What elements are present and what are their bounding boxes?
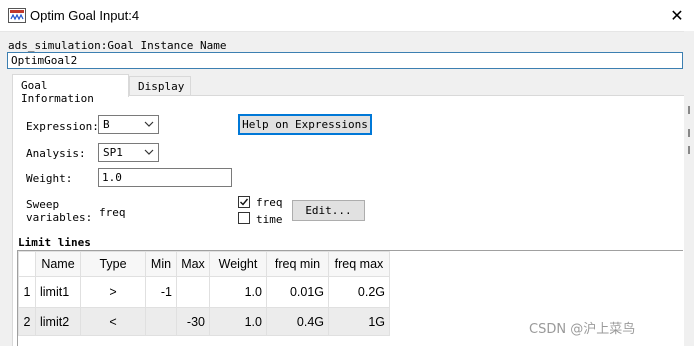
cell-max[interactable] [176,276,210,308]
freq-checkbox[interactable] [238,196,250,208]
sweep-variables-value: freq [99,206,126,219]
help-on-expressions-button[interactable]: Help on Expressions [238,114,372,135]
analysis-label: Analysis: [26,147,86,160]
column-header-min[interactable]: Min [145,251,177,277]
cell-weight[interactable]: 1.0 [209,276,267,308]
time-checkbox[interactable] [238,212,250,224]
limit-lines-table: Name Type Min Max Weight freq min freq m… [18,251,390,336]
expression-value: B [103,118,110,131]
expression-select[interactable]: B [98,115,159,134]
time-checkbox-label: time [256,213,283,226]
table-row[interactable]: 1 limit1 > -1 1.0 0.01G 0.2G [18,276,390,308]
freq-checkbox-label: freq [256,196,283,209]
column-header-freq-min[interactable]: freq min [266,251,329,277]
column-header-type[interactable]: Type [80,251,146,277]
weight-input[interactable]: 1.0 [98,168,232,187]
cell-freq-min[interactable]: 0.4G [266,307,329,336]
expression-label: Expression: [26,120,99,133]
right-edge [684,31,694,346]
limit-lines-title: Limit lines [18,236,91,249]
chevron-down-icon [144,121,154,127]
tab-display[interactable]: Display [129,76,191,96]
edit-button[interactable]: Edit... [292,200,365,221]
column-header-freq-max[interactable]: freq max [328,251,390,277]
weight-label: Weight: [26,172,73,185]
chevron-down-icon [144,149,154,155]
column-header-weight[interactable]: Weight [209,251,267,277]
sweep-label-line1: Sweep [26,198,60,211]
close-button[interactable]: ✕ [660,0,694,31]
cell-name[interactable]: limit2 [35,307,81,336]
cell-max[interactable]: -30 [176,307,210,336]
row-number: 2 [18,307,36,336]
column-header-name[interactable]: Name [35,251,81,277]
cell-freq-min[interactable]: 0.01G [266,276,329,308]
cell-freq-max[interactable]: 0.2G [328,276,390,308]
cell-name[interactable]: limit1 [35,276,81,308]
edge-mark [688,146,690,154]
cell-type[interactable]: > [80,276,146,308]
table-row[interactable]: 2 limit2 < -30 1.0 0.4G 1G [18,307,390,336]
column-header-max[interactable]: Max [176,251,210,277]
checkmark-icon [240,198,249,206]
analysis-select[interactable]: SP1 [98,143,159,162]
cell-freq-max[interactable]: 1G [328,307,390,336]
cell-weight[interactable]: 1.0 [209,307,267,336]
edge-mark [688,106,690,114]
instance-name-input[interactable]: OptimGoal2 [7,52,683,69]
cell-type[interactable]: < [80,307,146,336]
instance-name-label: ads_simulation:Goal Instance Name [8,39,227,52]
row-number-header [18,251,36,277]
edge-mark [688,129,690,137]
table-header-row: Name Type Min Max Weight freq min freq m… [18,251,390,277]
row-number: 1 [18,276,36,308]
close-icon: ✕ [670,6,684,25]
app-waveform-icon [8,8,26,23]
title-bar: Optim Goal Input:4 ✕ [0,0,694,32]
sweep-label-line2: variables: [26,211,93,224]
analysis-value: SP1 [103,146,123,159]
watermark: CSDN @沪上菜鸟 [529,322,636,337]
cell-min[interactable] [145,307,177,336]
tab-goal-information[interactable]: Goal Information [12,74,129,105]
cell-min[interactable]: -1 [145,276,177,308]
window-title: Optim Goal Input:4 [30,8,140,23]
